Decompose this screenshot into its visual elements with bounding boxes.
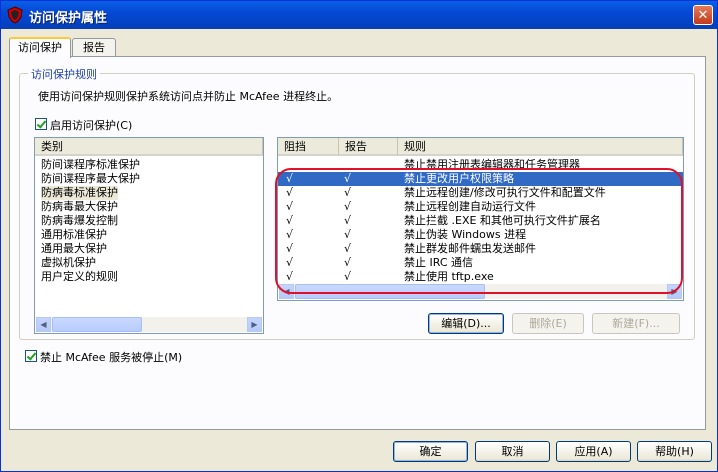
scroll-left-icon[interactable]: ◀ bbox=[36, 317, 51, 332]
category-item[interactable]: 防病毒爆发控制 bbox=[41, 214, 118, 228]
category-header[interactable]: 类别 bbox=[35, 138, 263, 156]
category-item[interactable]: 用户定义的规则 bbox=[41, 270, 118, 284]
annotation-highlight bbox=[275, 168, 683, 294]
window-title: 访问保护属性 bbox=[29, 11, 108, 26]
rule-column-header[interactable]: 规则 bbox=[398, 138, 683, 156]
category-item[interactable]: 虚拟机保护 bbox=[41, 256, 96, 270]
delete-button[interactable]: 删除(E) bbox=[512, 313, 584, 334]
title-bar[interactable]: 访问保护属性 ✕ bbox=[1, 1, 717, 29]
scroll-thumb[interactable] bbox=[52, 317, 142, 332]
category-item[interactable]: 防间谍程序最大保护 bbox=[41, 172, 140, 186]
group-title: 访问保护规则 bbox=[28, 66, 100, 82]
enable-access-protection-checkbox[interactable] bbox=[35, 118, 47, 130]
apply-button[interactable]: 应用(A) bbox=[556, 441, 631, 462]
tab-report[interactable]: 报告 bbox=[72, 38, 116, 56]
category-item[interactable]: 通用最大保护 bbox=[41, 242, 107, 256]
group-description: 使用访问保护规则保护系统访问点并防止 McAfee 进程终止。 bbox=[38, 90, 339, 103]
prevent-service-stop-label: 禁止 McAfee 服务被停止(M) bbox=[40, 351, 183, 364]
category-item[interactable]: 防间谍程序标准保护 bbox=[41, 158, 140, 172]
prevent-service-stop-checkbox[interactable] bbox=[25, 350, 37, 362]
block-column-header[interactable]: 阻挡 bbox=[278, 138, 339, 156]
scroll-right-icon[interactable]: ▶ bbox=[247, 317, 262, 332]
close-icon: ✕ bbox=[697, 8, 709, 23]
mcafee-shield-icon bbox=[7, 6, 23, 24]
category-item-selected[interactable]: 防病毒标准保护 bbox=[41, 186, 118, 200]
help-button[interactable]: 帮助(H) bbox=[637, 441, 712, 462]
report-column-header[interactable]: 报告 bbox=[339, 138, 398, 156]
category-hscrollbar[interactable]: ◀ ▶ bbox=[36, 317, 262, 332]
category-item[interactable]: 防病毒最大保护 bbox=[41, 200, 118, 214]
ok-button[interactable]: 确定 bbox=[393, 441, 468, 462]
category-list[interactable]: 类别 防间谍程序标准保护 防间谍程序最大保护 防病毒标准保护 防病毒最大保护 防… bbox=[34, 137, 264, 334]
tab-access-protection[interactable]: 访问保护 bbox=[9, 37, 71, 58]
edit-button[interactable]: 编辑(D)... bbox=[428, 313, 504, 334]
enable-access-protection-label: 启用访问保护(C) bbox=[50, 119, 133, 132]
cancel-button[interactable]: 取消 bbox=[475, 441, 550, 462]
close-button[interactable]: ✕ bbox=[693, 5, 713, 25]
new-button[interactable]: 新建(F)... bbox=[592, 313, 680, 334]
category-item[interactable]: 通用标准保护 bbox=[41, 228, 107, 242]
